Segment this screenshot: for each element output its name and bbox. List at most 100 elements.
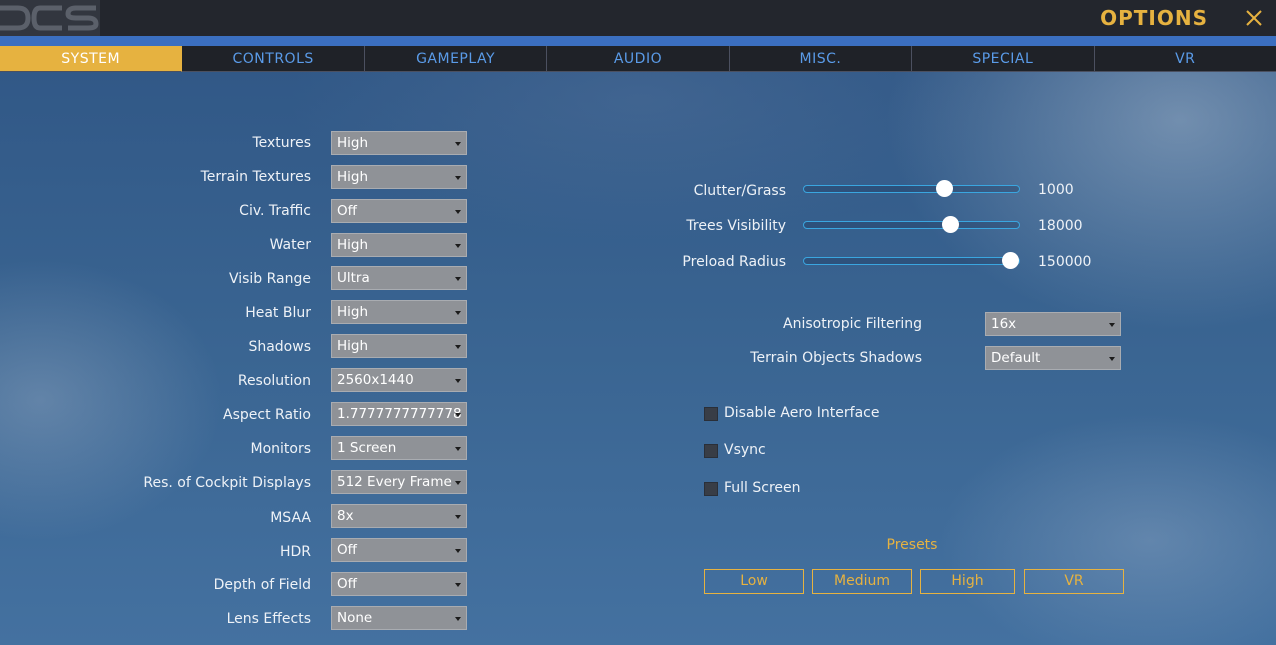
hdr-value: Off — [337, 542, 357, 558]
checkbox-box[interactable] — [704, 482, 718, 496]
preload-radius-slider[interactable] — [803, 252, 1020, 269]
visib-range-value: Ultra — [337, 270, 370, 286]
terrain-objects-shadows-label: Terrain Objects Shadows — [750, 350, 922, 366]
chevron-down-icon — [455, 515, 461, 519]
terrain-textures-value: High — [337, 169, 369, 185]
trees-visibility-slider[interactable] — [803, 216, 1020, 233]
checkbox-box[interactable] — [704, 407, 718, 421]
resolution-select[interactable]: 2560x1440 — [331, 368, 467, 392]
cockpit-displays-select[interactable]: 512 Every Frame — [331, 470, 467, 494]
chevron-down-icon — [1109, 357, 1115, 361]
tab-system[interactable]: SYSTEM — [0, 46, 183, 72]
chevron-down-icon — [455, 481, 461, 485]
clutter-grass-slider[interactable] — [803, 180, 1020, 197]
header-accent-bar — [0, 36, 1276, 46]
resolution-value: 2560x1440 — [337, 372, 414, 388]
anisotropic-filtering-select[interactable]: 16x — [985, 312, 1121, 336]
page-title: OPTIONS — [1100, 6, 1208, 30]
depth-of-field-label: Depth of Field — [213, 577, 311, 593]
tab-controls[interactable]: CONTROLS — [182, 46, 365, 72]
tab-misc[interactable]: MISC. — [729, 46, 913, 72]
textures-label: Textures — [252, 135, 311, 151]
clutter-grass-slider-handle[interactable] — [935, 180, 953, 197]
depth-of-field-select[interactable]: Off — [331, 572, 467, 596]
tab-special[interactable]: SPECIAL — [912, 46, 1095, 72]
terrain-textures-select[interactable]: High — [331, 165, 467, 189]
lens-effects-label: Lens Effects — [226, 611, 311, 627]
terrain-objects-shadows-value: Default — [991, 350, 1041, 366]
textures-value: High — [337, 135, 369, 151]
terrain-textures-label: Terrain Textures — [200, 169, 311, 185]
heat-blur-select[interactable]: High — [331, 300, 467, 324]
chevron-down-icon — [455, 345, 461, 349]
cockpit-displays-label: Res. of Cockpit Displays — [143, 475, 311, 491]
tab-gameplay[interactable]: GAMEPLAY — [364, 46, 548, 72]
chevron-down-icon — [455, 210, 461, 214]
lens-effects-value: None — [337, 610, 373, 626]
trees-visibility-label: Trees Visibility — [686, 218, 786, 234]
top-bar: OPTIONS — [0, 0, 1276, 36]
clutter-grass-value: 1000 — [1038, 182, 1074, 198]
close-icon[interactable] — [1244, 8, 1264, 28]
msaa-value: 8x — [337, 508, 354, 524]
civ-traffic-value: Off — [337, 203, 357, 219]
aspect-ratio-value: 1.7777777777778 — [337, 406, 462, 422]
anisotropic-filtering-value: 16x — [991, 316, 1017, 332]
full-screen-label: Full Screen — [724, 480, 801, 496]
preset-medium-button[interactable]: Medium — [812, 569, 912, 594]
monitors-label: Monitors — [250, 441, 311, 457]
chevron-down-icon — [455, 277, 461, 281]
chevron-down-icon — [455, 142, 461, 146]
depth-of-field-value: Off — [337, 576, 357, 592]
visib-range-label: Visib Range — [228, 271, 311, 287]
preload-radius-slider-handle[interactable] — [1002, 252, 1020, 269]
tab-bar: SYSTEM CONTROLS GAMEPLAY AUDIO MISC. SPE… — [0, 46, 1276, 72]
preload-radius-value: 150000 — [1038, 254, 1092, 270]
preload-radius-label: Preload Radius — [682, 254, 786, 270]
textures-select[interactable]: High — [331, 131, 467, 155]
chevron-down-icon — [455, 379, 461, 383]
preset-low-button[interactable]: Low — [704, 569, 804, 594]
chevron-down-icon — [455, 176, 461, 180]
disable-aero-interface-label: Disable Aero Interface — [724, 405, 880, 421]
aspect-ratio-label: Aspect Ratio — [223, 407, 311, 423]
chevron-down-icon — [455, 244, 461, 248]
heat-blur-label: Heat Blur — [245, 305, 311, 321]
hdr-label: HDR — [279, 544, 311, 560]
aspect-ratio-select[interactable]: 1.7777777777778 — [331, 402, 467, 426]
presets-title: Presets — [886, 537, 938, 553]
chevron-down-icon — [455, 617, 461, 621]
tab-vr[interactable]: VR — [1094, 46, 1276, 72]
cockpit-displays-value: 512 Every Frame — [337, 474, 452, 490]
shadows-value: High — [337, 338, 369, 354]
visib-range-select[interactable]: Ultra — [331, 266, 467, 290]
chevron-down-icon — [455, 413, 461, 417]
checkbox-box[interactable] — [704, 444, 718, 458]
water-label: Water — [269, 237, 311, 253]
shadows-select[interactable]: High — [331, 334, 467, 358]
chevron-down-icon — [455, 447, 461, 451]
trees-visibility-slider-handle[interactable] — [942, 216, 960, 233]
chevron-down-icon — [455, 583, 461, 587]
terrain-objects-shadows-select[interactable]: Default — [985, 346, 1121, 370]
trees-visibility-value: 18000 — [1038, 218, 1083, 234]
chevron-down-icon — [455, 311, 461, 315]
monitors-select[interactable]: 1 Screen — [331, 436, 467, 460]
water-value: High — [337, 237, 369, 253]
hdr-select[interactable]: Off — [331, 538, 467, 562]
preset-vr-button[interactable]: VR — [1024, 569, 1124, 594]
resolution-label: Resolution — [237, 373, 311, 389]
monitors-value: 1 Screen — [337, 440, 397, 456]
msaa-select[interactable]: 8x — [331, 504, 467, 528]
dcs-logo-icon — [0, 0, 100, 36]
vsync-label: Vsync — [724, 442, 766, 458]
civ-traffic-select[interactable]: Off — [331, 199, 467, 223]
tab-audio[interactable]: AUDIO — [547, 46, 730, 72]
heat-blur-value: High — [337, 304, 369, 320]
water-select[interactable]: High — [331, 233, 467, 257]
chevron-down-icon — [455, 549, 461, 553]
anisotropic-filtering-label: Anisotropic Filtering — [783, 316, 922, 332]
preset-high-button[interactable]: High — [920, 569, 1015, 594]
shadows-label: Shadows — [248, 339, 311, 355]
lens-effects-select[interactable]: None — [331, 606, 467, 630]
